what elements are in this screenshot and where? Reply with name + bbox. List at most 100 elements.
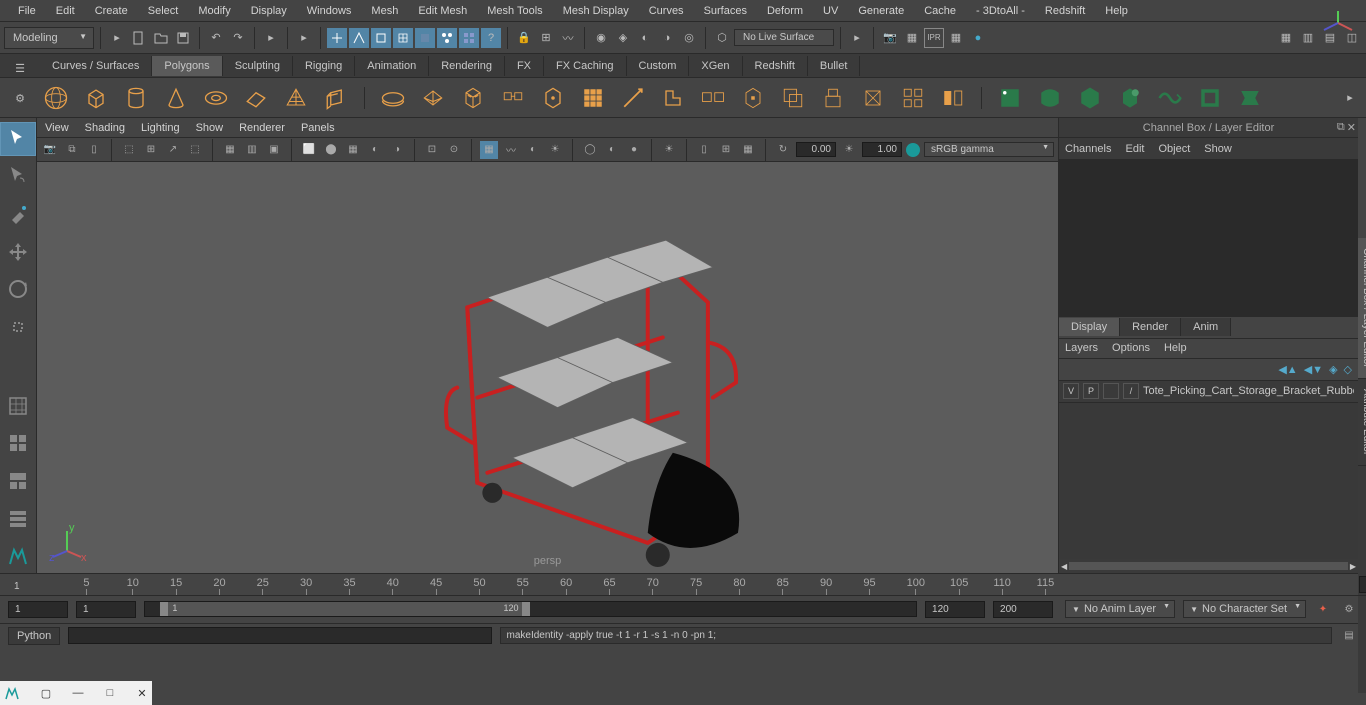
- vp-menu-lighting[interactable]: Lighting: [141, 122, 180, 134]
- maximize-window-icon[interactable]: □: [104, 684, 116, 702]
- render-ipr-icon[interactable]: ▦: [902, 28, 922, 48]
- select-by-component-icon[interactable]: [349, 28, 369, 48]
- time-ruler[interactable]: 1 |◀◀ ◀| |◀ ◀ ▶ ▶| |▶ ▶▶| 51015202530354…: [0, 574, 1366, 596]
- menu-mesh-display[interactable]: Mesh Display: [553, 2, 639, 20]
- layer-tab-anim[interactable]: Anim: [1181, 318, 1231, 336]
- poly-soccer-icon[interactable]: [537, 82, 569, 114]
- snap-curve-icon[interactable]: 〰: [558, 28, 578, 48]
- rotate-tool-icon[interactable]: [0, 273, 36, 307]
- vp-gamma-value[interactable]: [796, 142, 836, 157]
- vp-camera-icon[interactable]: 📷: [41, 141, 59, 159]
- new-scene-icon[interactable]: ▸: [107, 28, 127, 48]
- select-vertex-icon[interactable]: [371, 28, 391, 48]
- panel-layout1-icon[interactable]: ▦: [1276, 28, 1296, 48]
- layer-tab-display[interactable]: Display: [1059, 318, 1120, 336]
- layers-menu-options[interactable]: Options: [1112, 342, 1150, 354]
- anim-prefs-icon[interactable]: ⚙: [1340, 600, 1358, 618]
- shelf-overflow-icon[interactable]: ▸: [1334, 82, 1366, 114]
- menu-mesh[interactable]: Mesh: [361, 2, 408, 20]
- poly-cylinder-icon[interactable]: [120, 82, 152, 114]
- viewport-3d[interactable]: persp y x z: [37, 162, 1058, 573]
- vp-menu-panels[interactable]: Panels: [301, 122, 335, 134]
- vp-shadow-icon[interactable]: ◑: [388, 141, 406, 159]
- layout-four-icon[interactable]: [0, 464, 36, 498]
- vp-resolution-gate-icon[interactable]: ⬚: [186, 141, 204, 159]
- range-slider[interactable]: 1 120: [144, 601, 917, 617]
- vp-light2-icon[interactable]: ◐: [603, 141, 621, 159]
- shelf-tab-polygons[interactable]: Polygons: [152, 56, 222, 76]
- no-live-surface-field[interactable]: No Live Surface: [734, 29, 834, 46]
- undo-icon[interactable]: ↶: [206, 28, 226, 48]
- vp-toggle1-icon[interactable]: ▯: [695, 141, 713, 159]
- vp-smooth-icon[interactable]: ⬤: [322, 141, 340, 159]
- cb-show-tab[interactable]: Show: [1204, 143, 1232, 155]
- shelf-tab-fx[interactable]: FX: [505, 56, 544, 76]
- nav-cube-icon[interactable]: [1318, 8, 1358, 38]
- poly-mirror-icon[interactable]: [937, 82, 969, 114]
- layer-row[interactable]: V P / Tote_Picking_Cart_Storage_Bracket_…: [1059, 381, 1358, 403]
- sculpt-tool6-icon[interactable]: [1194, 82, 1226, 114]
- vp-ao-icon[interactable]: ▦: [480, 141, 498, 159]
- menu-display[interactable]: Display: [241, 2, 297, 20]
- live-object-icon[interactable]: ⬡: [712, 28, 732, 48]
- vp-field-chart-icon[interactable]: ▥: [243, 141, 261, 159]
- vp-menu-view[interactable]: View: [45, 122, 69, 134]
- vp-film-gate-icon[interactable]: ↗: [164, 141, 182, 159]
- select-edge-icon[interactable]: [393, 28, 413, 48]
- snap-grid-icon[interactable]: ⊞: [536, 28, 556, 48]
- menu-select[interactable]: Select: [138, 2, 189, 20]
- layout-custom-icon[interactable]: [0, 502, 36, 536]
- menu-3dtoall[interactable]: - 3DtoAll -: [966, 2, 1035, 20]
- render-settings-icon[interactable]: IPR: [924, 28, 944, 48]
- save-file-icon[interactable]: [173, 28, 193, 48]
- side-tab-attribute-editor[interactable]: Attribute Editor: [1358, 379, 1366, 466]
- menu-edit[interactable]: Edit: [46, 2, 85, 20]
- snap-view-icon[interactable]: ◑: [657, 28, 677, 48]
- taskbar-doc-icon[interactable]: ▢: [40, 684, 52, 702]
- shelf-options-icon[interactable]: ⚙: [8, 86, 32, 110]
- sculpt-tool5-icon[interactable]: [1154, 82, 1186, 114]
- anim-layer-select[interactable]: ▼No Anim Layer: [1065, 600, 1175, 618]
- layer-visibility-toggle[interactable]: V: [1063, 383, 1079, 399]
- menu-help[interactable]: Help: [1095, 2, 1138, 20]
- vp-menu-shading[interactable]: Shading: [85, 122, 125, 134]
- vp-toggle3-icon[interactable]: ▦: [739, 141, 757, 159]
- panel-layout2-icon[interactable]: ▥: [1298, 28, 1318, 48]
- poly-plane-icon[interactable]: [240, 82, 272, 114]
- vp-exposure-value[interactable]: [862, 142, 902, 157]
- vp-bookmark-icon[interactable]: ⧉: [63, 141, 81, 159]
- scale-tool-icon[interactable]: [0, 310, 36, 344]
- layers-menu-help[interactable]: Help: [1164, 342, 1187, 354]
- vp-wireframe-icon[interactable]: ⬜: [300, 141, 318, 159]
- render-view-icon[interactable]: ▦: [946, 28, 966, 48]
- poly-type-icon[interactable]: [377, 82, 409, 114]
- vp-exposure-icon[interactable]: ☀: [660, 141, 678, 159]
- poly-helix-icon[interactable]: [497, 82, 529, 114]
- minimize-window-icon[interactable]: —: [72, 684, 84, 702]
- menu-windows[interactable]: Windows: [297, 2, 362, 20]
- snap-live-icon[interactable]: ◐: [635, 28, 655, 48]
- menu-modify[interactable]: Modify: [188, 2, 240, 20]
- vp-dof-icon[interactable]: ☀: [546, 141, 564, 159]
- select-hierarchy-icon[interactable]: ▸: [261, 28, 281, 48]
- render-globals-icon[interactable]: ●: [968, 28, 988, 48]
- vp-2d-icon[interactable]: ⬚: [120, 141, 138, 159]
- lasso-tool-icon[interactable]: [0, 160, 36, 194]
- vp-color-toggle-icon[interactable]: [906, 143, 920, 157]
- new-file-icon[interactable]: [129, 28, 149, 48]
- redo-icon[interactable]: ↷: [228, 28, 248, 48]
- vp-light-icon[interactable]: ◐: [366, 141, 384, 159]
- shelf-tab-sculpting[interactable]: Sculpting: [223, 56, 293, 76]
- menu-redshift[interactable]: Redshift: [1035, 2, 1095, 20]
- lock-icon[interactable]: 🔒: [514, 28, 534, 48]
- vp-grid-icon[interactable]: ⊞: [142, 141, 160, 159]
- menu-file[interactable]: File: [8, 2, 46, 20]
- layer-scrollbar[interactable]: ◀ ▶: [1059, 559, 1358, 573]
- open-file-icon[interactable]: [151, 28, 171, 48]
- vp-safe-action-icon[interactable]: ▣: [265, 141, 283, 159]
- poly-separate-icon[interactable]: [697, 82, 729, 114]
- vp-aa-icon[interactable]: ◐: [524, 141, 542, 159]
- layer-name-label[interactable]: Tote_Picking_Cart_Storage_Bracket_Rubber: [1143, 385, 1354, 397]
- cb-channels-tab[interactable]: Channels: [1065, 143, 1111, 155]
- sculpt-tool3-icon[interactable]: [1074, 82, 1106, 114]
